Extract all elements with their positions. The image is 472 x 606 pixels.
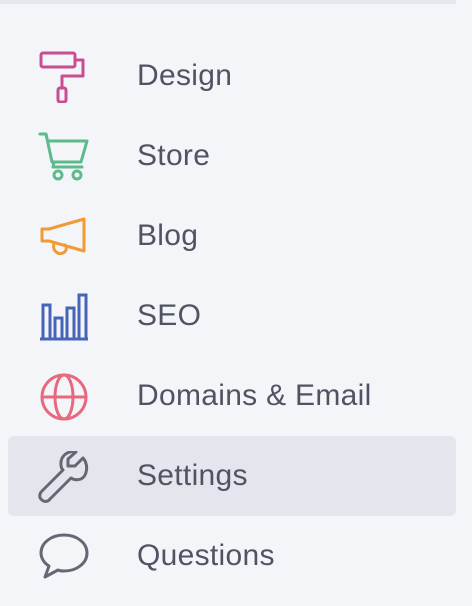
paint-roller-icon xyxy=(38,51,90,103)
nav-item-domains-email[interactable]: Domains & Email xyxy=(8,356,456,436)
nav-item-settings[interactable]: Settings xyxy=(8,436,456,516)
globe-icon xyxy=(38,371,90,423)
top-divider xyxy=(0,0,456,4)
nav-item-design[interactable]: Design xyxy=(8,36,456,116)
nav-item-label: Store xyxy=(137,139,211,172)
nav-item-seo[interactable]: SEO xyxy=(8,276,456,356)
sidebar-nav: Design Store Blog SEO Domains & Email Se… xyxy=(8,36,456,596)
nav-item-label: Questions xyxy=(137,539,275,572)
nav-item-label: Blog xyxy=(137,219,199,252)
nav-item-store[interactable]: Store xyxy=(8,116,456,196)
bar-chart-icon xyxy=(38,291,90,343)
nav-item-label: Domains & Email xyxy=(137,379,372,412)
nav-item-questions[interactable]: Questions xyxy=(8,516,456,596)
wrench-icon xyxy=(38,451,90,503)
megaphone-icon xyxy=(38,211,90,263)
speech-bubble-icon xyxy=(38,531,90,583)
nav-item-label: Design xyxy=(137,59,233,92)
nav-item-blog[interactable]: Blog xyxy=(8,196,456,276)
nav-item-label: SEO xyxy=(137,299,202,332)
shopping-cart-icon xyxy=(38,131,90,183)
nav-item-label: Settings xyxy=(137,459,248,492)
